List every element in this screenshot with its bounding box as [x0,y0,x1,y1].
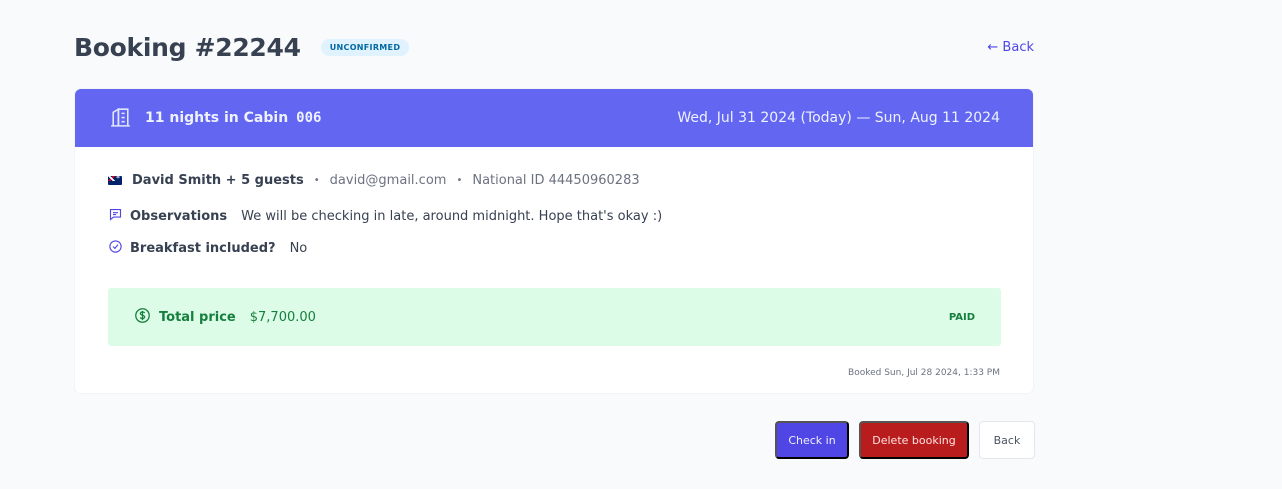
separator-dot: • [456,175,463,186]
total-price-value: $7,700.00 [249,309,316,325]
booked-timestamp: Booked Sun, Jul 28 2024, 1:33 PM [848,368,1000,378]
breakfast-row: Breakfast included? No [108,239,1000,258]
back-link[interactable]: ← Back [987,40,1034,55]
booking-detail-page: Booking #22244 unconfirmed ← Back 11 nig… [0,0,1282,489]
page-header: Booking #22244 unconfirmed ← Back [74,30,1034,64]
breakfast-value: No [289,241,308,256]
guest-email: david@gmail.com [329,173,447,188]
cabin-info: 11 nights in Cabin 006 [108,104,321,133]
guest-national-id: National ID 44450960283 [472,173,640,188]
separator-dot: • [313,175,320,186]
booking-card-body: David Smith + 5 guests • david@gmail.com… [75,147,1033,393]
nights-text: 11 nights in Cabin [145,110,289,126]
booking-dates: Wed, Jul 31 2024 (Today) — Sun, Aug 11 2… [677,110,1000,126]
status-badge: unconfirmed [320,38,410,56]
check-circle-icon [108,239,130,258]
house-icon [108,104,133,133]
observations-row: Observations We will be checking in late… [108,207,1000,226]
australia-flag-icon [108,176,122,185]
cabin-number: 006 [296,110,322,126]
delete-booking-button[interactable]: Delete booking [859,421,969,459]
back-button[interactable]: Back [979,421,1035,459]
check-in-button[interactable]: Check in [775,421,849,459]
page-title: Booking #22244 [74,32,301,62]
chat-bubble-icon [108,207,130,226]
guest-row: David Smith + 5 guests • david@gmail.com… [108,173,1000,188]
total-price-label: Total price [159,309,236,325]
observations-value: We will be checking in late, around midn… [241,209,663,224]
observations-label: Observations [130,209,228,224]
breakfast-label: Breakfast included? [130,241,276,256]
dollar-circle-icon [134,307,159,328]
booking-card: 11 nights in Cabin 006 Wed, Jul 31 2024 … [74,88,1034,394]
price-box: Total price $7,700.00 Paid [108,288,1001,346]
guest-name: David Smith + 5 guests [132,173,304,188]
booking-card-header: 11 nights in Cabin 006 Wed, Jul 31 2024 … [75,89,1033,147]
action-buttons: Check in Delete booking Back [775,421,1035,459]
payment-status: Paid [948,311,975,323]
